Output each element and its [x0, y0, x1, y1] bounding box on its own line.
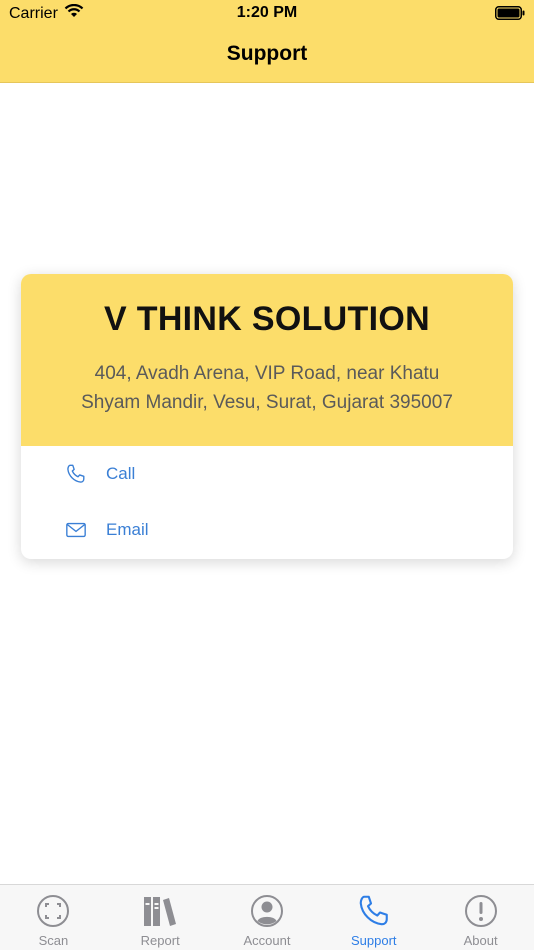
status-time: 1:20 PM: [236, 4, 298, 21]
email-label: Email: [106, 520, 149, 539]
tab-support-label: Support: [351, 933, 397, 948]
tab-support[interactable]: Support: [320, 885, 427, 950]
battery-icon: [495, 6, 525, 20]
address-line-1: 404, Avadh Arena, VIP Road, near Khatu: [94, 363, 440, 384]
status-bar: Carrier 1:20 PM: [0, 0, 534, 28]
company-card-header: V THINK SOLUTION 404, Avadh Arena, VIP R…: [21, 274, 513, 446]
tab-about[interactable]: About: [427, 885, 534, 950]
exclamation-icon: [463, 893, 499, 929]
books-icon: [142, 893, 178, 929]
scan-icon: [35, 893, 71, 929]
top-bar: Carrier 1:20 PM Support: [0, 0, 534, 83]
email-button[interactable]: Email: [21, 502, 513, 558]
tab-account[interactable]: Account: [214, 885, 321, 950]
tab-scan[interactable]: Scan: [0, 885, 107, 950]
phone-icon: [65, 463, 87, 485]
company-name: V THINK SOLUTION: [104, 300, 430, 338]
company-card: V THINK SOLUTION 404, Avadh Arena, VIP R…: [21, 274, 513, 559]
tab-bar: Scan Report Account Support About: [0, 884, 534, 950]
tab-report-label: Report: [140, 933, 180, 948]
tab-about-label: About: [463, 933, 498, 948]
company-address: 404, Avadh Arena, VIP Road, near Khatu S…: [21, 359, 513, 417]
tab-report[interactable]: Report: [107, 885, 214, 950]
envelope-icon: [65, 519, 87, 541]
page-title: Support: [226, 42, 308, 65]
phone-icon: [356, 893, 392, 929]
address-line-2: Shyam Mandir, Vesu, Surat, Gujarat 39500…: [81, 392, 453, 413]
call-label: Call: [106, 464, 136, 483]
person-icon: [249, 893, 285, 929]
tab-account-label: Account: [243, 933, 291, 948]
call-button[interactable]: Call: [21, 446, 513, 502]
tab-scan-label: Scan: [38, 933, 69, 948]
